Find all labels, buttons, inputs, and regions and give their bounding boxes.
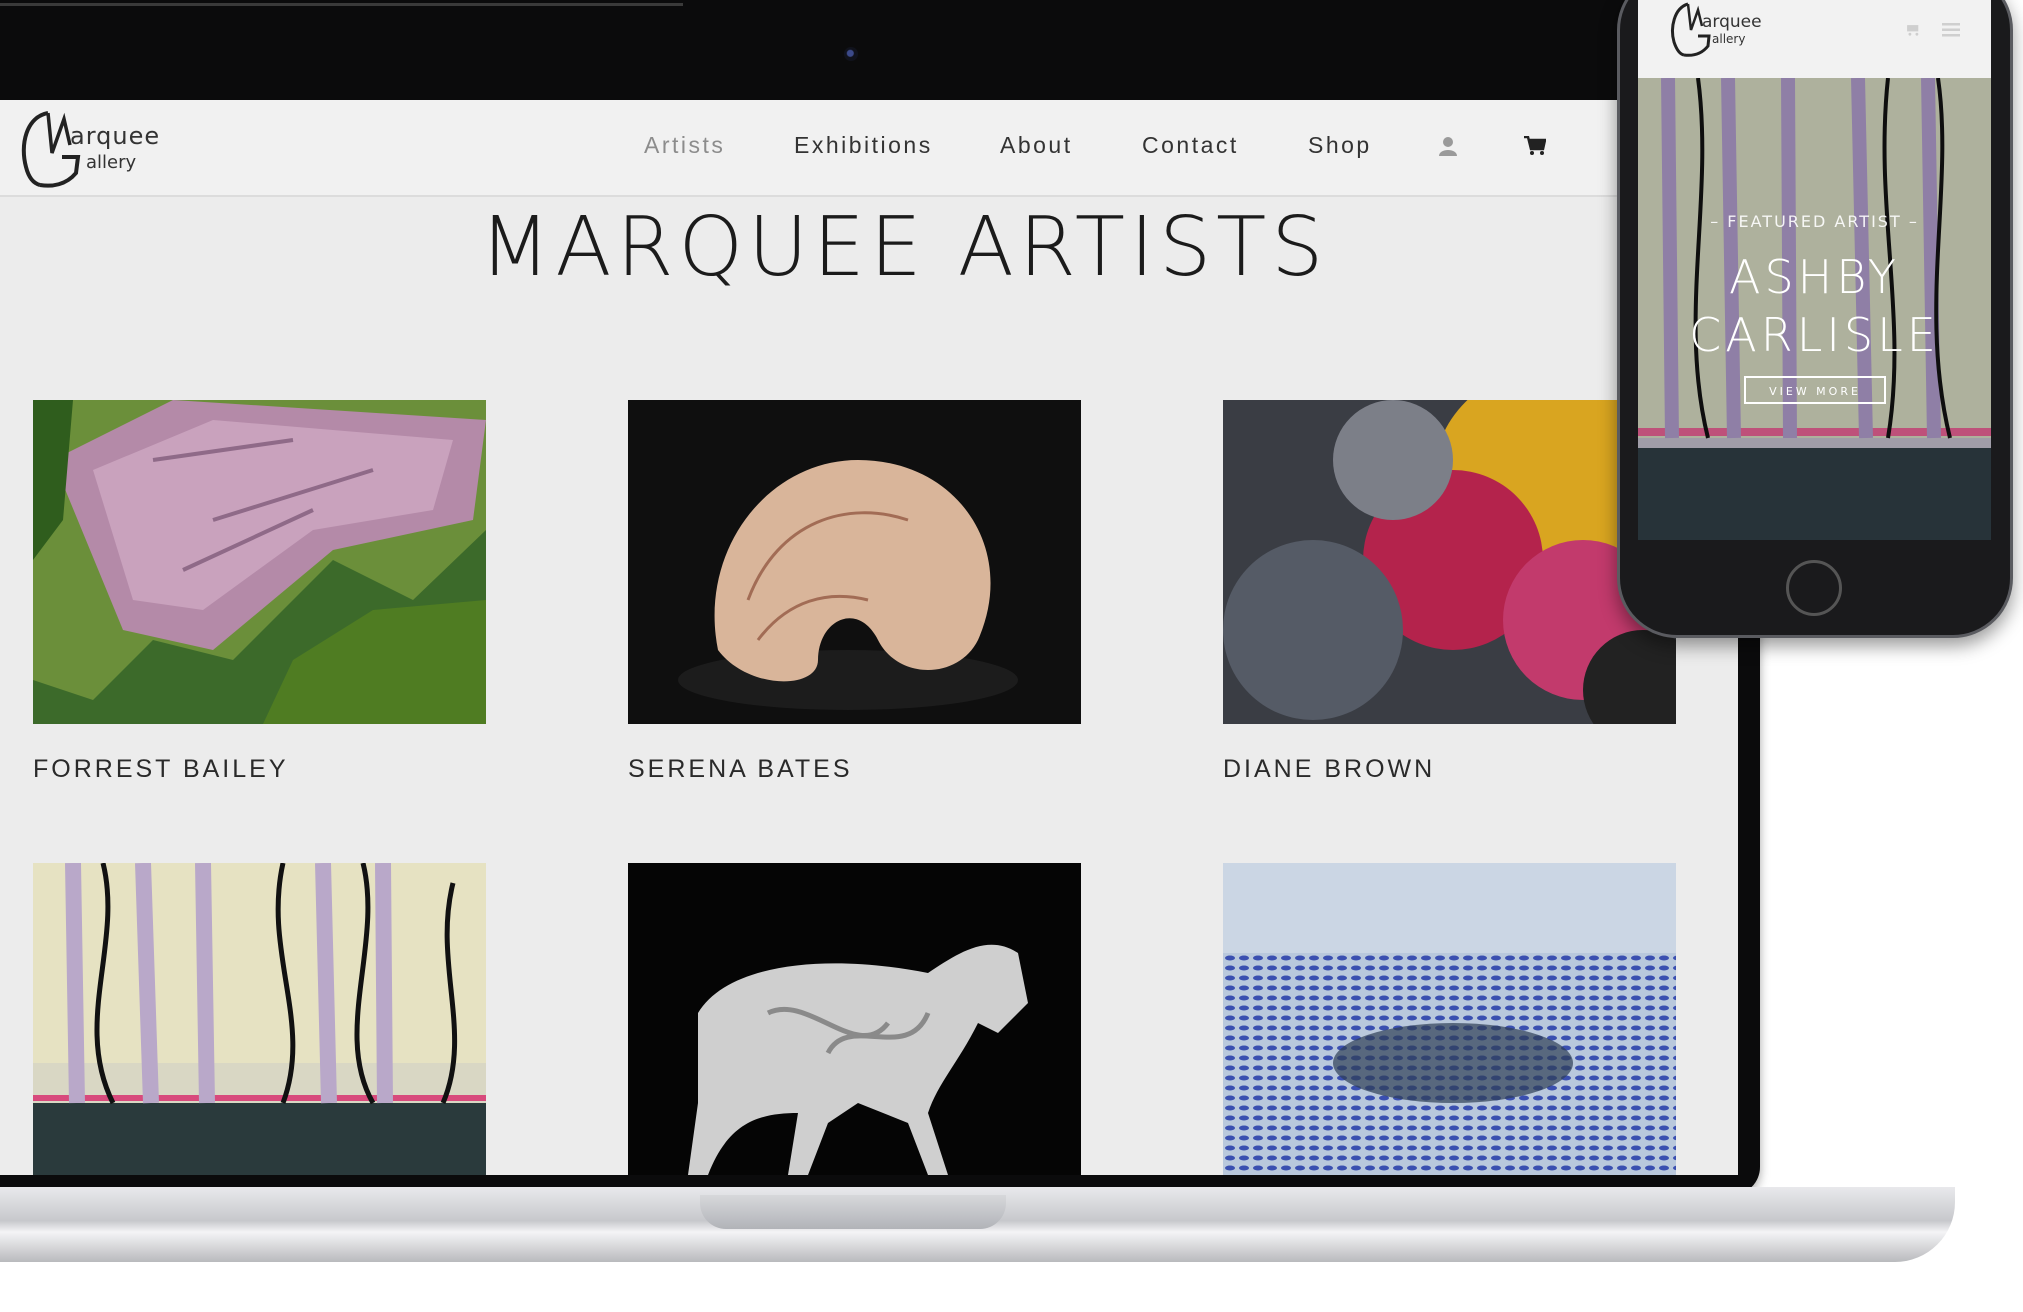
phone-view-more-button[interactable]: VIEW MORE <box>1744 376 1886 404</box>
artist-name-forrest-bailey[interactable]: FORREST BAILEY <box>33 755 289 784</box>
phone-cart-icon[interactable] <box>1904 22 1920 41</box>
artist-thumb-diane-brown[interactable] <box>1223 400 1676 724</box>
artist-thumb-forrest-bailey[interactable] <box>33 400 486 724</box>
top-divider-line <box>0 3 683 6</box>
cart-icon[interactable] <box>1524 135 1547 160</box>
laptop-notch <box>700 1195 1006 1229</box>
artist-thumb-6[interactable] <box>1223 863 1676 1175</box>
artist-name-serena-bates[interactable]: SERENA BATES <box>628 755 853 784</box>
phone-hero-name-line2: CARLISLE <box>1689 308 1940 362</box>
page-title: MARQUEE ARTISTS <box>479 200 1329 295</box>
phone-hero-name-line1: ASHBY <box>1729 250 1900 304</box>
nav-contact[interactable]: Contact <box>1142 132 1239 159</box>
artist-thumb-4[interactable] <box>33 863 486 1175</box>
logo-text-arquee: arquee <box>70 122 161 150</box>
phone-hero-eyebrow: – FEATURED ARTIST – <box>1710 212 1919 231</box>
nav-shop[interactable]: Shop <box>1308 132 1372 159</box>
laptop-screen: arquee allery Artists Exhibitions About … <box>0 100 1738 1175</box>
logo-text-allery: allery <box>86 152 137 173</box>
artist-name-diane-brown[interactable]: DIANE BROWN <box>1223 755 1435 784</box>
site-navbar: arquee allery Artists Exhibitions About … <box>0 100 1738 197</box>
phone-logo-text-arquee: arquee <box>1702 12 1762 32</box>
nav-artists[interactable]: Artists <box>644 132 725 159</box>
phone-screen: arquee allery – FEATURED ARTIST – ASHBY … <box>1638 0 1991 540</box>
laptop-camera <box>844 47 858 61</box>
nav-about[interactable]: About <box>1000 132 1073 159</box>
hamburger-menu-icon[interactable] <box>1942 22 1960 41</box>
artist-thumb-5[interactable] <box>628 863 1081 1175</box>
nav-exhibitions[interactable]: Exhibitions <box>794 132 933 159</box>
phone-logo-text-allery: allery <box>1712 32 1746 46</box>
phone-home-button[interactable] <box>1786 560 1842 616</box>
artist-thumb-serena-bates[interactable] <box>628 400 1081 724</box>
user-icon[interactable] <box>1438 136 1458 160</box>
